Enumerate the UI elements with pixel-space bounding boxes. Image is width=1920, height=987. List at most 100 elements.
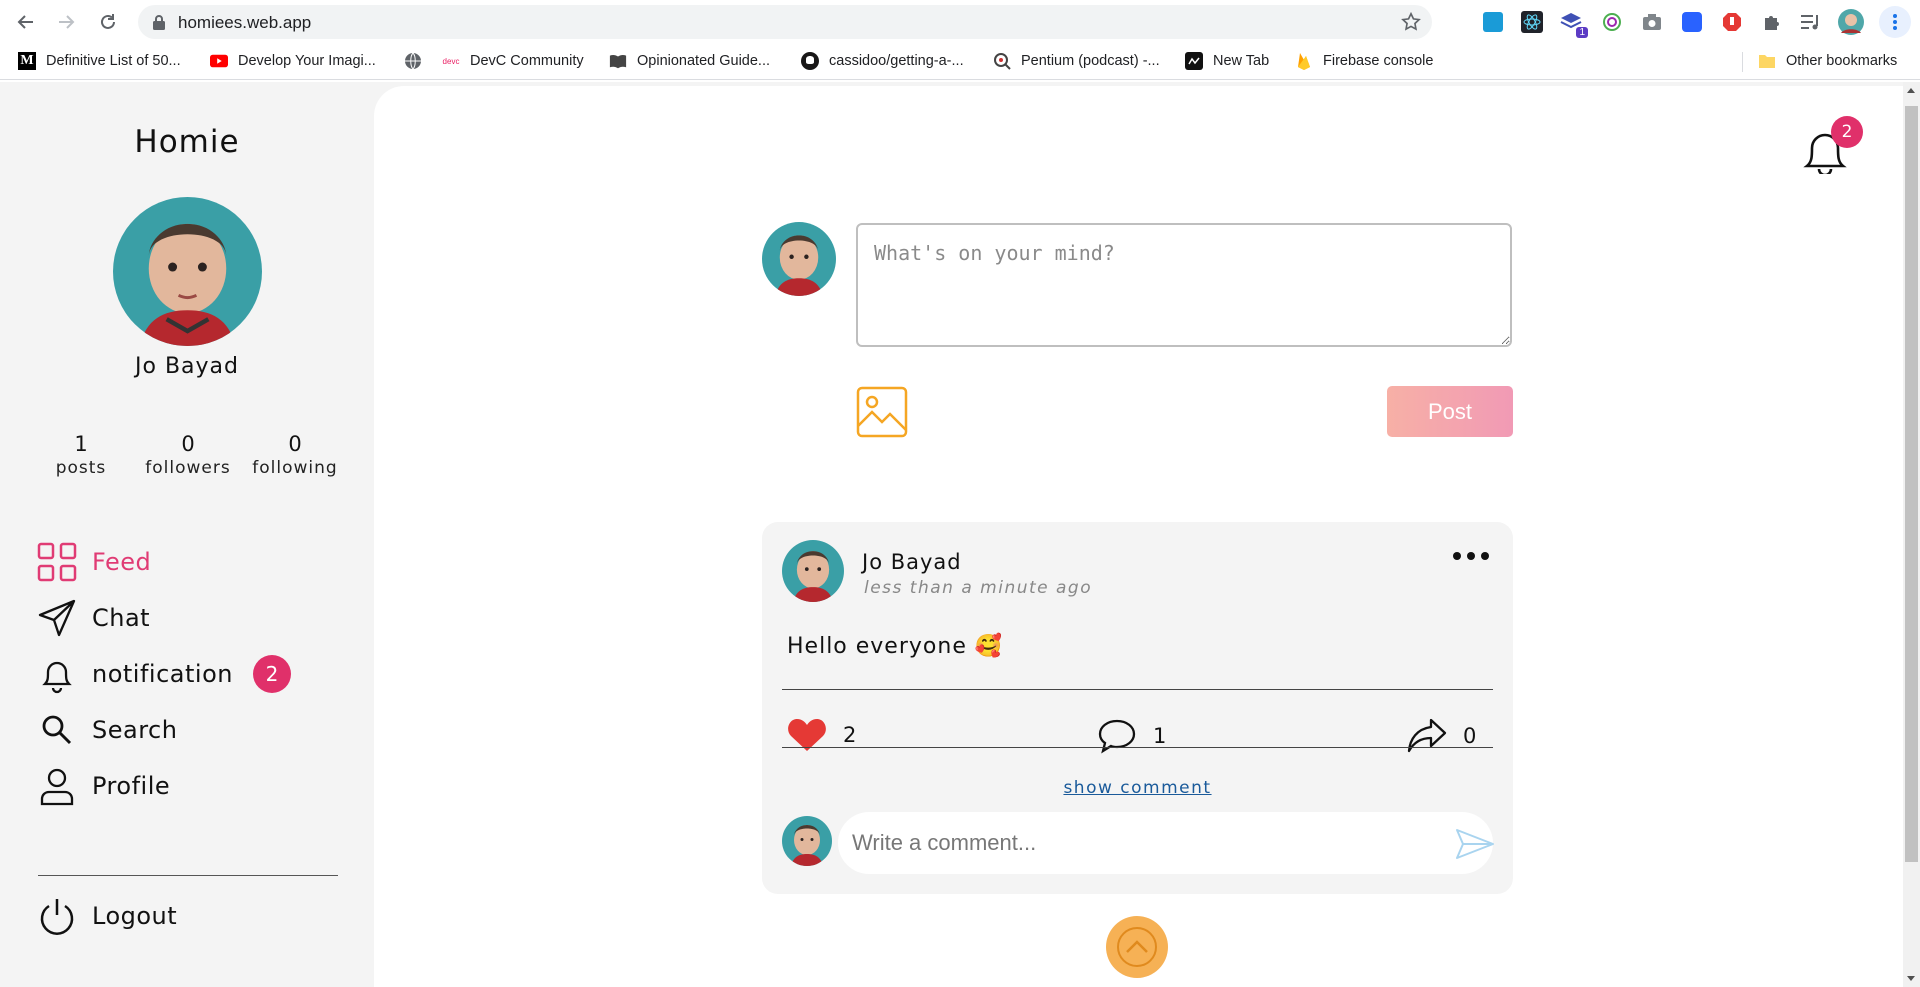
arrow-left-icon (17, 15, 33, 29)
globe-icon (404, 52, 422, 70)
bookmark-item[interactable]: Opinionated Guide... (609, 52, 770, 70)
bookmark-label: Firebase console (1323, 53, 1434, 69)
page-scrollbar[interactable] (1903, 82, 1920, 987)
bookmark-item[interactable]: New Tab (1185, 52, 1269, 70)
app-brand: Homie (134, 124, 240, 160)
bookmark-item[interactable]: Develop Your Imagi... (210, 52, 376, 70)
sidebar-item-label: Feed (92, 548, 152, 576)
youtube-icon (210, 52, 228, 70)
avatar[interactable] (113, 197, 262, 346)
share-button[interactable]: 0 (1407, 718, 1476, 754)
stat-following[interactable]: 0 following (242, 432, 348, 478)
bookmarks-divider (1742, 52, 1743, 72)
post-options-button[interactable] (1451, 548, 1491, 562)
more-horizontal-icon (1453, 552, 1489, 560)
app: Homie Jo Bayad 1 posts 0 followers 0 fol… (0, 82, 1903, 987)
extension-badge: 1 (1576, 27, 1588, 38)
puzzle-icon[interactable] (1759, 9, 1785, 35)
bookmark-label: New Tab (1213, 53, 1270, 69)
extension-chart-icon[interactable] (1679, 9, 1705, 35)
user-name: Jo Bayad (135, 354, 239, 379)
bookmark-label: Opinionated Guide... (637, 53, 771, 69)
logout-label: Logout (92, 902, 178, 930)
bookmark-item[interactable]: cassidoo/getting-a-... (801, 52, 964, 70)
other-bookmarks[interactable]: Other bookmarks (1758, 52, 1897, 70)
address-bar[interactable]: homiees.web.app (138, 5, 1432, 39)
chrome-menu-button[interactable] (1879, 6, 1911, 38)
bookmark-item[interactable]: devc DevC Community (442, 52, 584, 70)
comment-icon (1098, 719, 1136, 754)
firebase-icon (1295, 52, 1313, 70)
header-notification-button[interactable]: 2 (1803, 116, 1863, 176)
user-icon (36, 765, 78, 807)
send-comment-button[interactable] (1455, 828, 1495, 860)
notification-count-badge: 2 (1831, 116, 1863, 148)
scrollbar-thumb[interactable] (1905, 106, 1918, 862)
comment-count: 1 (1153, 724, 1167, 748)
stat-label: following (252, 458, 338, 478)
scroll-to-top-button[interactable] (1106, 916, 1168, 978)
add-image-button[interactable] (856, 386, 908, 438)
bookmark-star-icon[interactable] (1400, 11, 1422, 33)
send-icon (36, 597, 78, 639)
avatar[interactable] (762, 222, 836, 296)
sidebar-item-feed[interactable]: Feed (36, 534, 291, 590)
avatar[interactable] (782, 540, 844, 602)
camera-icon[interactable] (1639, 9, 1665, 35)
post-button[interactable]: Post (1387, 386, 1513, 437)
sidebar-item-label: notification (92, 660, 233, 688)
extension-stack-icon[interactable]: 1 (1558, 9, 1588, 38)
profile-stats: 1 posts 0 followers 0 following (28, 432, 348, 478)
stat-label: followers (145, 458, 231, 478)
sidebar-item-label: Chat (92, 604, 151, 632)
adblock-icon[interactable] (1719, 9, 1745, 35)
stat-followers[interactable]: 0 followers (135, 432, 241, 478)
bookmark-item[interactable]: Firebase console (1295, 52, 1433, 70)
post-card: Jo Bayad less than a minute ago Hello ev… (762, 522, 1513, 894)
sidebar-item-label: Profile (92, 772, 171, 800)
sidebar-item-chat[interactable]: Chat (36, 590, 291, 646)
bookmark-item[interactable]: M Definitive List of 50... (18, 52, 181, 70)
like-count: 2 (843, 723, 857, 747)
scroll-down-arrow[interactable] (1907, 976, 1915, 981)
show-comment-link[interactable]: show comment (762, 778, 1513, 798)
reading-list-icon[interactable] (1798, 9, 1824, 35)
sidebar-item-profile[interactable]: Profile (36, 758, 291, 814)
notification-badge: 2 (252, 655, 291, 693)
folder-icon (1758, 52, 1776, 70)
stat-posts[interactable]: 1 posts (28, 432, 134, 478)
reload-button[interactable] (96, 10, 120, 34)
medium-icon: M (18, 52, 36, 70)
post-author[interactable]: Jo Bayad (862, 550, 962, 574)
new-tab-icon (1185, 52, 1203, 70)
back-button[interactable] (14, 10, 38, 34)
post-composer-input[interactable] (856, 223, 1512, 347)
forward-button[interactable] (54, 10, 78, 34)
feed-main: 2 Post Jo Bayad less than a minute ago H… (374, 86, 1903, 987)
lock-icon[interactable] (152, 14, 166, 30)
sidebar-item-search[interactable]: Search (36, 702, 291, 758)
sidebar-item-notification[interactable]: notification 2 (36, 646, 291, 702)
scroll-up-arrow[interactable] (1907, 88, 1915, 93)
image-icon (856, 386, 908, 438)
avatar[interactable] (782, 816, 832, 866)
comment-button[interactable]: 1 (1097, 718, 1166, 754)
bookmark-item[interactable]: Pentium (podcast) -... (993, 52, 1160, 70)
logout-button[interactable]: Logout (36, 888, 177, 944)
sidebar-item-label: Search (92, 716, 178, 744)
share-count: 0 (1463, 724, 1477, 748)
share-icon (1407, 718, 1447, 753)
extension-target-icon[interactable] (1599, 9, 1625, 35)
react-devtools-icon[interactable] (1519, 9, 1545, 35)
profile-avatar[interactable] (1838, 9, 1864, 35)
user-photo (782, 540, 844, 602)
bookmark-item[interactable] (404, 52, 432, 70)
extension-blue-icon[interactable] (1480, 9, 1506, 35)
url-text[interactable]: homiees.web.app (178, 13, 311, 33)
comment-input[interactable] (838, 812, 1493, 874)
post-divider (782, 689, 1493, 690)
devc-icon: devc (442, 56, 460, 66)
send-icon (1456, 829, 1494, 859)
user-photo (113, 197, 262, 346)
podcast-icon (993, 52, 1011, 70)
